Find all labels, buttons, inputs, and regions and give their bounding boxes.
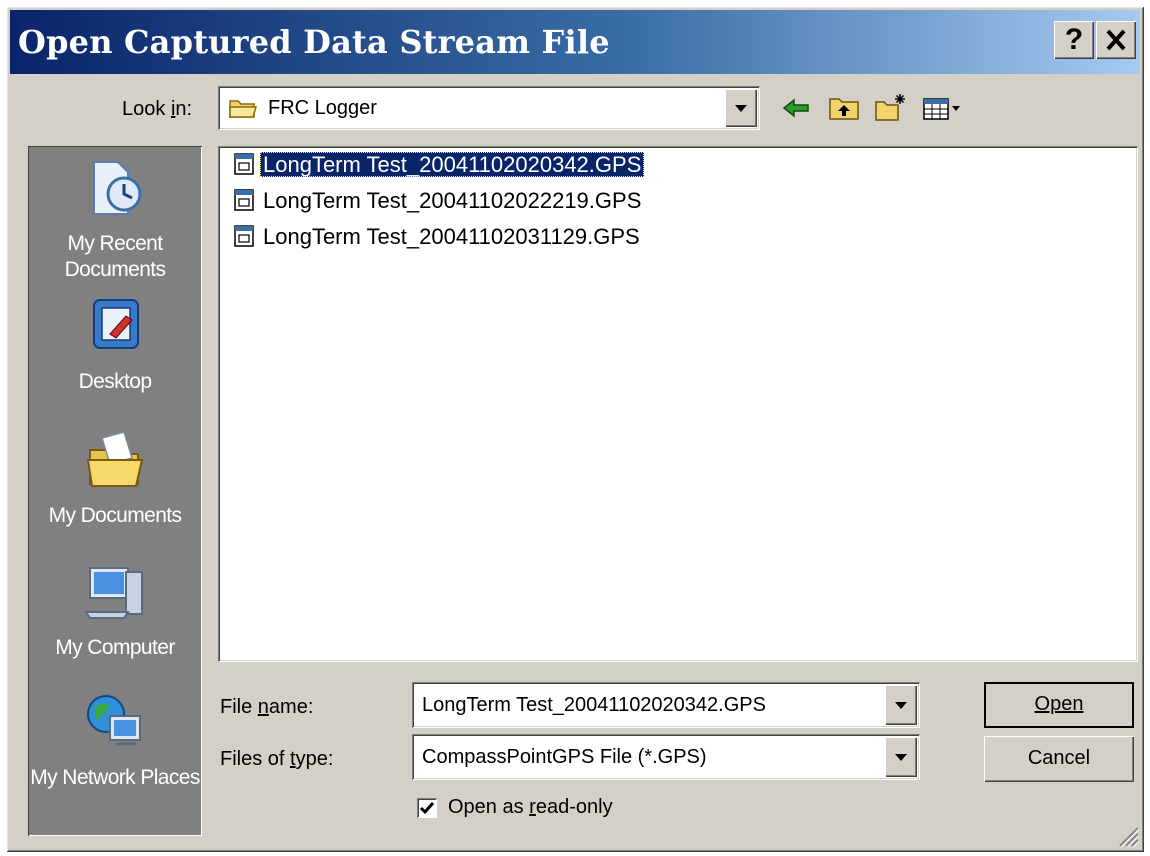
read-only-checkbox[interactable] bbox=[417, 798, 437, 818]
file-name-dropdown-button[interactable] bbox=[885, 685, 917, 725]
file-item[interactable]: LongTerm Test_20041102020342.GPS bbox=[234, 150, 645, 180]
my-documents-icon bbox=[86, 431, 144, 487]
recent-documents-icon bbox=[93, 161, 142, 215]
file-name-field[interactable]: LongTerm Test_20041102020342.GPS bbox=[412, 682, 920, 728]
window-title: Open Captured Data Stream File bbox=[18, 23, 610, 61]
place-label: My Network Places bbox=[30, 766, 200, 789]
file-name-label: File name: bbox=[220, 696, 314, 718]
place-my-recent-documents[interactable]: My Recent Documents bbox=[28, 156, 202, 283]
place-label: My Recent Documents bbox=[64, 232, 166, 281]
place-label: My Documents bbox=[48, 504, 182, 527]
file-name: LongTerm Test_20041102022219.GPS bbox=[263, 188, 642, 213]
look-in-dropdown-button[interactable] bbox=[725, 89, 757, 127]
place-my-network-places[interactable]: My Network Places bbox=[28, 690, 202, 791]
place-label: Desktop bbox=[78, 370, 152, 393]
look-in-value: FRC Logger bbox=[268, 97, 377, 119]
places-bar: My Recent Documents Desktop My Documents bbox=[28, 146, 202, 836]
network-places-icon bbox=[87, 695, 141, 746]
gps-file-icon bbox=[234, 153, 254, 175]
gps-file-icon bbox=[234, 225, 254, 247]
folder-icon bbox=[229, 100, 258, 118]
my-computer-icon bbox=[84, 567, 143, 619]
file-list[interactable]: LongTerm Test_20041102020342.GPS LongTer… bbox=[218, 146, 1138, 662]
new-folder-icon[interactable] bbox=[872, 92, 908, 124]
file-name-value: LongTerm Test_20041102020342.GPS bbox=[422, 694, 766, 716]
desktop-icon bbox=[93, 299, 139, 349]
cancel-button[interactable]: Cancel bbox=[984, 736, 1134, 782]
file-name: LongTerm Test_20041102020342.GPS bbox=[260, 152, 645, 177]
file-name: LongTerm Test_20041102031129.GPS bbox=[263, 224, 640, 249]
place-my-documents[interactable]: My Documents bbox=[28, 428, 202, 529]
help-button[interactable]: ? bbox=[1054, 21, 1094, 59]
title-bar[interactable]: Open Captured Data Stream File ? bbox=[10, 10, 1140, 74]
read-only-label[interactable]: Open as read-only bbox=[448, 796, 613, 819]
open-button[interactable]: Open bbox=[984, 682, 1134, 728]
place-desktop[interactable]: Desktop bbox=[28, 294, 202, 395]
close-button[interactable] bbox=[1096, 21, 1136, 59]
open-button-label: Open bbox=[1034, 693, 1084, 715]
gps-file-icon bbox=[234, 189, 254, 211]
files-of-type-combo[interactable]: CompassPointGPS File (*.GPS) bbox=[412, 734, 920, 780]
close-icon bbox=[1106, 29, 1126, 51]
open-file-dialog: Open Captured Data Stream File ? Look in… bbox=[6, 6, 1144, 852]
files-of-type-value: CompassPointGPS File (*.GPS) bbox=[422, 746, 707, 768]
file-item[interactable]: LongTerm Test_20041102022219.GPS bbox=[234, 186, 644, 216]
look-in-label: Look in: bbox=[122, 98, 193, 120]
resize-grip-icon[interactable] bbox=[1114, 822, 1140, 848]
back-icon[interactable] bbox=[778, 92, 814, 124]
files-of-type-label: Files of type: bbox=[220, 748, 334, 770]
up-folder-icon[interactable] bbox=[826, 92, 862, 124]
files-of-type-dropdown-button[interactable] bbox=[885, 737, 917, 777]
checkmark-icon bbox=[419, 802, 435, 815]
place-label: My Computer bbox=[55, 636, 175, 659]
look-in-combo[interactable]: FRC Logger bbox=[218, 86, 760, 130]
file-item[interactable]: LongTerm Test_20041102031129.GPS bbox=[234, 222, 643, 252]
place-my-computer[interactable]: My Computer bbox=[28, 560, 202, 661]
view-menu-icon[interactable] bbox=[920, 92, 966, 124]
